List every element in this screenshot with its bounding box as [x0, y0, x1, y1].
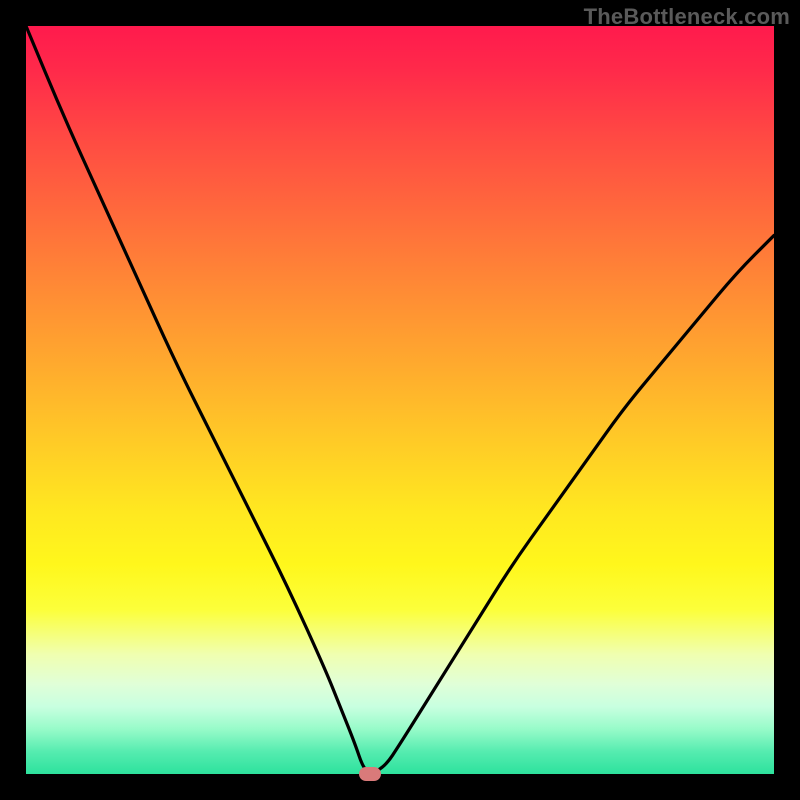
bottleneck-curve-line — [26, 26, 774, 772]
chart-plot-area — [26, 26, 774, 774]
optimal-point-marker — [359, 767, 381, 781]
chart-frame: TheBottleneck.com — [0, 0, 800, 800]
chart-svg — [26, 26, 774, 774]
watermark-text: TheBottleneck.com — [584, 4, 790, 30]
